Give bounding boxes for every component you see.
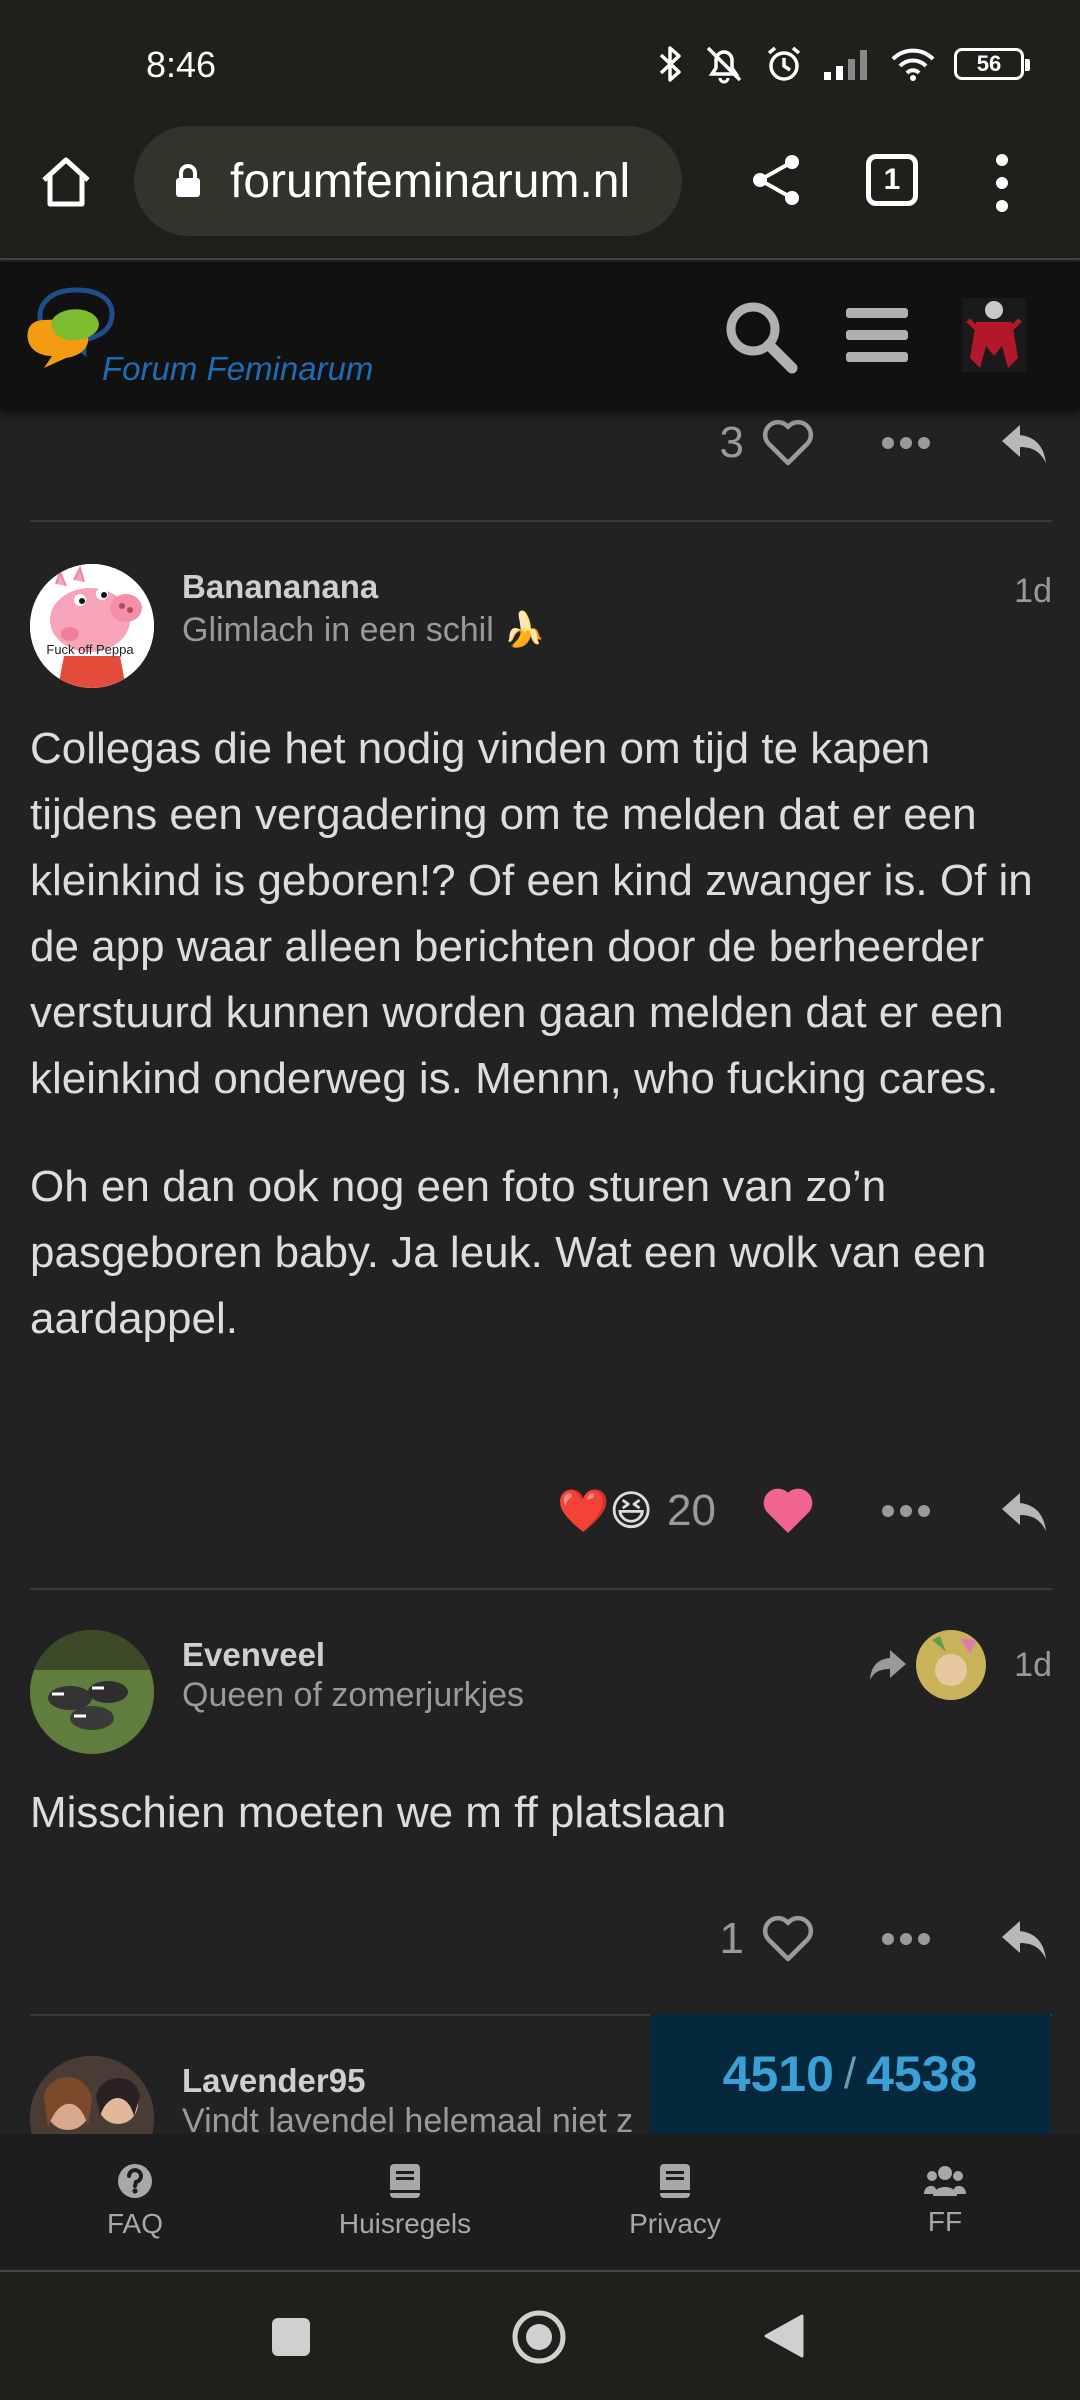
home-icon[interactable] bbox=[36, 152, 96, 212]
post-body: Collegas die het nodig vinden om tijd te… bbox=[30, 716, 1060, 1352]
reply-to-avatar[interactable] bbox=[916, 1630, 986, 1700]
alarm-icon bbox=[767, 46, 801, 81]
badgers-avatar-image bbox=[30, 1630, 154, 1754]
battery-indicator: 56 bbox=[954, 48, 1030, 80]
user-avatar[interactable] bbox=[30, 1630, 154, 1754]
reply-icon[interactable] bbox=[998, 1915, 1050, 1963]
hamburger-menu-icon[interactable] bbox=[844, 304, 910, 366]
footer-link-faq[interactable]: FAQ bbox=[0, 2134, 270, 2268]
post-divider bbox=[30, 1588, 1052, 1590]
footer-link-label: Privacy bbox=[629, 2208, 721, 2239]
status-bar: 8:46 56 bbox=[0, 0, 1080, 120]
user-avatar[interactable] bbox=[962, 298, 1026, 372]
post-actions: 3 bbox=[720, 418, 1050, 468]
post-username[interactable]: Lavender95 bbox=[182, 2062, 365, 2100]
tab-switcher-button[interactable]: 1 bbox=[866, 154, 918, 206]
lock-icon bbox=[176, 164, 200, 197]
question-circle-icon bbox=[118, 2164, 152, 2198]
footer-link-privacy[interactable]: Privacy bbox=[540, 2134, 810, 2268]
bluetooth-icon bbox=[659, 46, 681, 82]
status-time: 8:46 bbox=[146, 44, 217, 85]
recents-icon[interactable] bbox=[270, 2316, 312, 2358]
address-bar[interactable]: forumfeminarum.nl bbox=[134, 126, 682, 236]
heart-outline-icon[interactable] bbox=[762, 1915, 814, 1963]
back-triangle-icon[interactable] bbox=[762, 2312, 806, 2360]
book-icon bbox=[390, 2164, 420, 2198]
status-icons: 56 bbox=[658, 44, 1030, 84]
more-dots-icon[interactable] bbox=[880, 1501, 932, 1521]
topic-progress-badge[interactable]: 4510 / 4538 bbox=[650, 2014, 1050, 2134]
wifi-icon bbox=[891, 48, 935, 81]
post-username[interactable]: Banananana bbox=[182, 568, 378, 606]
footer-link-ff[interactable]: FF bbox=[810, 2134, 1080, 2268]
reactions-emoji[interactable]: ❤️😆 bbox=[557, 1486, 653, 1536]
search-icon[interactable] bbox=[722, 298, 798, 374]
browser-toolbar: forumfeminarum.nl 1 bbox=[0, 120, 1080, 260]
footer-link-label: FAQ bbox=[106, 2208, 163, 2239]
footer-link-label: FF bbox=[927, 2206, 963, 2237]
post-actions: 1 bbox=[720, 1914, 1050, 1964]
url-text: forumfeminarum.nl bbox=[230, 154, 631, 208]
heart-filled-icon[interactable] bbox=[762, 1487, 814, 1535]
post-user-title: Queen of zomerjurkjes bbox=[182, 1676, 525, 1714]
reply-icon[interactable] bbox=[998, 1487, 1050, 1535]
user-avatar[interactable]: Fuck off Peppa bbox=[30, 564, 154, 688]
like-count: 20 bbox=[667, 1486, 716, 1535]
site-header: Forum Feminarum bbox=[0, 262, 1080, 410]
post-divider bbox=[30, 520, 1052, 522]
users-icon bbox=[924, 2166, 966, 2196]
progress-separator: / bbox=[843, 2049, 857, 2098]
footer-link-huisregels[interactable]: Huisregels bbox=[270, 2134, 540, 2268]
bell-muted-icon bbox=[706, 46, 742, 84]
post-user-title: Glimlach in een schil 🍌 bbox=[182, 611, 546, 649]
heart-outline-icon[interactable] bbox=[762, 419, 814, 467]
footer-link-label: Huisregels bbox=[338, 2208, 472, 2239]
more-dots-icon[interactable] bbox=[880, 1929, 932, 1949]
progress-total: 4538 bbox=[866, 2046, 978, 2102]
reply-icon[interactable] bbox=[998, 419, 1050, 467]
avatar-caption: Fuck off Peppa bbox=[46, 642, 134, 657]
logo-text: Forum Feminarum bbox=[102, 350, 374, 387]
peppa-avatar-image: Fuck off Peppa bbox=[30, 564, 154, 688]
like-count: 1 bbox=[719, 1914, 744, 1963]
post-paragraph: Oh en dan ook nog een foto sturen van zo… bbox=[30, 1162, 987, 1343]
post-age[interactable]: 1d bbox=[1014, 1646, 1052, 1685]
reply-to-arrow-icon bbox=[870, 1650, 906, 1680]
post-body: Misschien moeten we m ff platslaan bbox=[30, 1788, 727, 1837]
book-icon bbox=[660, 2164, 690, 2198]
home-circle-icon[interactable] bbox=[510, 2308, 568, 2366]
post-actions: ❤️😆 20 bbox=[557, 1486, 1050, 1536]
progress-current: 4510 bbox=[722, 2046, 834, 2102]
more-dots-icon[interactable] bbox=[880, 433, 932, 453]
post-paragraph: Collegas die het nodig vinden om tijd te… bbox=[30, 724, 1033, 1103]
like-count: 3 bbox=[719, 418, 744, 467]
signal-icon bbox=[824, 50, 867, 80]
share-icon[interactable] bbox=[748, 150, 804, 210]
footer-nav: FAQ Huisregels Privacy FF bbox=[0, 2134, 1080, 2268]
post-username[interactable]: Evenveel bbox=[182, 1636, 325, 1674]
overflow-menu-icon[interactable] bbox=[990, 150, 1014, 216]
system-navigation-bar bbox=[0, 2270, 1080, 2400]
post-age[interactable]: 1d bbox=[1014, 572, 1052, 611]
